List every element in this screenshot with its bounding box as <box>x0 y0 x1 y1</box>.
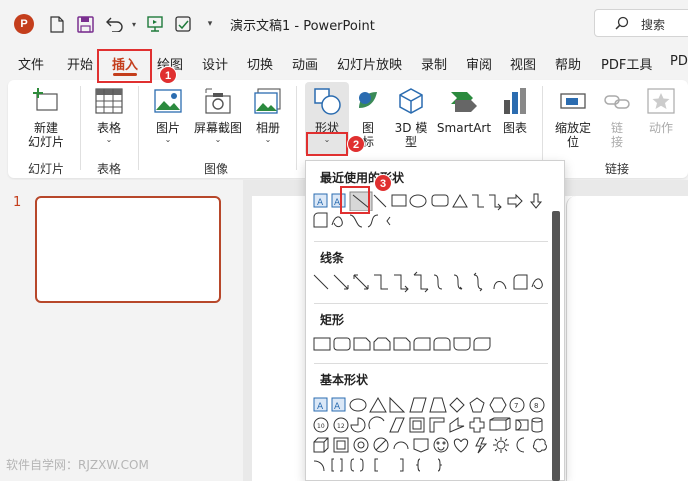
tab-pdf-tools[interactable]: PDF工具 <box>601 54 652 73</box>
link-icon <box>600 86 634 119</box>
group-label-tables: 表格 <box>97 162 122 176</box>
lines-shapes-row <box>312 271 552 293</box>
group-label-links: 链接 <box>605 162 630 176</box>
tab-view[interactable]: 视图 <box>510 54 536 73</box>
slide-thumbnail[interactable] <box>35 196 221 303</box>
touch-mode-icon[interactable] <box>172 13 194 35</box>
undo-icon[interactable] <box>104 13 126 35</box>
annotation-shapes-dropdown <box>306 132 348 156</box>
customize-toolbar-icon[interactable]: ▾ <box>203 13 217 35</box>
new-slide-button[interactable]: 新建 幻灯片 <box>20 86 72 149</box>
section-basic-shapes: 基本形状 <box>320 373 369 387</box>
present-icon[interactable] <box>144 13 166 35</box>
tab-slideshow[interactable]: 幻灯片放映 <box>337 54 402 73</box>
search-box[interactable]: 搜索 <box>594 9 688 37</box>
link-button[interactable]: 链 接 <box>600 86 634 149</box>
svg-text:A: A <box>317 402 324 412</box>
tab-transitions[interactable]: 切换 <box>247 54 273 73</box>
title-bar: P ▾ ▾ 演示文稿1 - PowerPoint 搜索 <box>0 0 688 46</box>
step-badge-1: 1 <box>159 66 177 84</box>
tab-design[interactable]: 设计 <box>202 54 228 73</box>
chart-button[interactable]: 图表 <box>494 86 536 135</box>
smartart-icon <box>436 86 492 119</box>
icons-icon <box>351 86 385 119</box>
tab-home[interactable]: 开始 <box>67 54 93 73</box>
tab-pd[interactable]: PD <box>670 54 688 69</box>
step-badge-2: 2 <box>347 135 365 153</box>
table-icon <box>86 86 132 119</box>
basic-shapes-row-4 <box>312 455 452 475</box>
new-file-icon[interactable] <box>47 13 67 35</box>
star-icon <box>642 86 680 119</box>
table-button[interactable]: 表格 ⌄ <box>86 86 132 145</box>
window-title: 演示文稿1 - PowerPoint <box>230 19 375 34</box>
shapes-icon <box>305 86 349 119</box>
recent-shapes-row-2 <box>312 211 432 231</box>
svg-text:A: A <box>317 198 324 208</box>
search-icon <box>615 16 629 33</box>
zoom-button[interactable]: 缩放定 位 <box>550 86 596 149</box>
powerpoint-logo: P <box>14 14 34 34</box>
rectangles-shapes-row <box>312 335 512 353</box>
section-lines: 线条 <box>320 251 345 265</box>
basic-shapes-row-2: 10 12 <box>312 415 552 435</box>
photo-album-button[interactable]: 相册 ⌄ <box>246 86 290 145</box>
save-icon[interactable] <box>74 13 96 35</box>
search-label: 搜索 <box>641 18 666 32</box>
svg-text:12: 12 <box>337 423 345 430</box>
screenshot-button[interactable]: 屏幕截图 ⌄ <box>190 86 246 145</box>
screenshot-icon <box>190 86 246 119</box>
watermark: 软件自学网：RJZXW.COM <box>6 458 149 472</box>
picture-icon <box>146 86 190 119</box>
gallery-scrollbar[interactable] <box>552 211 560 481</box>
picture-button[interactable]: 图片 ⌄ <box>146 86 190 145</box>
smartart-button[interactable]: SmartArt <box>436 86 492 135</box>
svg-text:A: A <box>334 402 341 412</box>
basic-shapes-row-1: A A 7 8 <box>312 395 552 415</box>
cube-icon <box>388 86 434 119</box>
annotation-line-shape <box>340 186 370 214</box>
group-label-images: 图像 <box>204 162 229 176</box>
chart-icon <box>494 86 536 119</box>
svg-text:7: 7 <box>514 402 518 410</box>
tab-file[interactable]: 文件 <box>18 54 44 73</box>
zoom-icon <box>550 86 596 119</box>
tab-review[interactable]: 审阅 <box>466 54 492 73</box>
tab-help[interactable]: 帮助 <box>555 54 581 73</box>
svg-text:8: 8 <box>534 402 538 410</box>
svg-text:10: 10 <box>317 423 325 430</box>
action-button[interactable]: 动作 <box>642 86 680 135</box>
new-slide-icon <box>20 86 72 119</box>
tab-record[interactable]: 录制 <box>421 54 447 73</box>
group-label-slides: 幻灯片 <box>28 162 65 176</box>
slide-edge <box>566 196 688 481</box>
3d-model-button[interactable]: 3D 模 型 <box>388 86 434 149</box>
basic-shapes-row-3 <box>312 435 552 455</box>
photo-album-icon <box>246 86 290 119</box>
section-rectangles: 矩形 <box>320 313 345 327</box>
annotation-insert-tab <box>97 49 152 83</box>
slide-number: 1 <box>13 195 22 210</box>
tab-animations[interactable]: 动画 <box>292 54 318 73</box>
step-badge-3: 3 <box>374 174 392 192</box>
undo-dropdown-icon[interactable]: ▾ <box>128 13 140 35</box>
